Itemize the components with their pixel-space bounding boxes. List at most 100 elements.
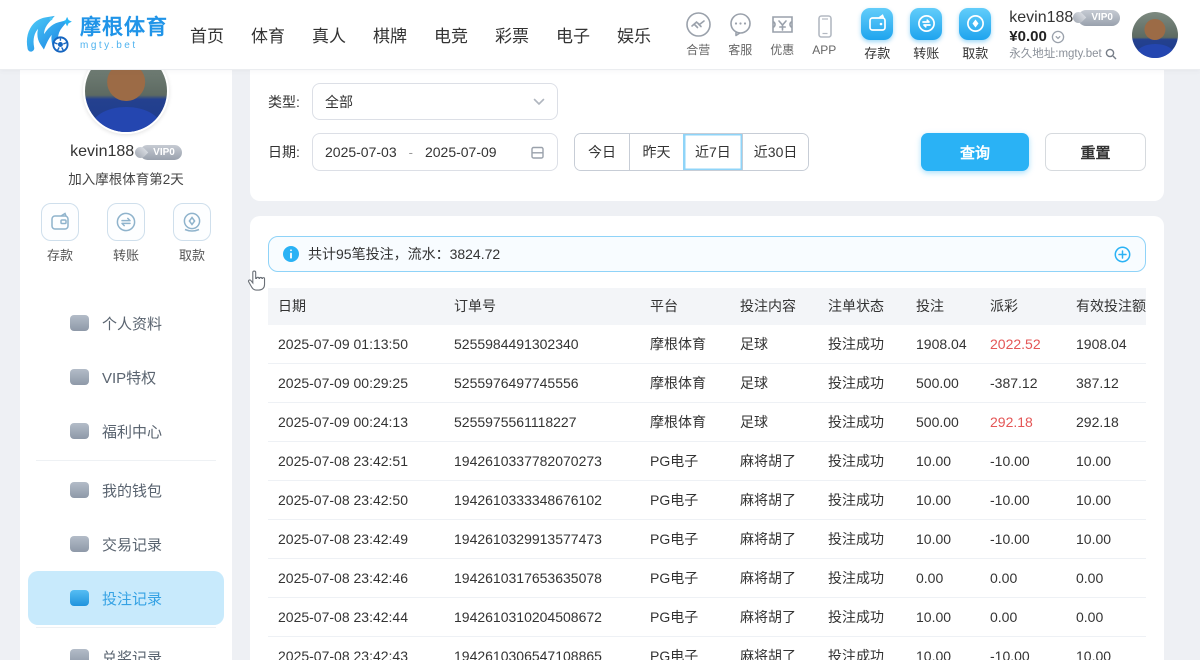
cell-date: 2025-07-08 23:42:49 <box>268 520 444 558</box>
cell-date: 2025-07-08 23:42:46 <box>268 559 444 597</box>
menu-item-label: 投注记录 <box>102 588 162 609</box>
cell-bet-amount: 10.00 <box>906 481 980 519</box>
promotions-icon <box>769 11 796 38</box>
table-row[interactable]: 2025-07-08 23:42:51 1942610337782070273 … <box>268 442 1146 481</box>
nav-link[interactable]: 彩票 <box>495 22 529 47</box>
table-header: 日期订单号平台投注内容注单状态投注派彩有效投注额 <box>268 288 1146 325</box>
customer-service-button[interactable]: 客服 <box>719 11 761 58</box>
menu-item-label: 交易记录 <box>102 534 162 555</box>
search-icon[interactable] <box>1105 48 1117 60</box>
bet-records-icon <box>70 590 89 606</box>
deposit-icon <box>861 8 893 40</box>
promotions-label: 优惠 <box>770 41 794 58</box>
range-7days-button[interactable]: 近7日 <box>683 134 742 170</box>
sidebar-menu-item[interactable]: 投注记录 <box>28 571 224 625</box>
range-today-button[interactable]: 今日 <box>575 134 629 170</box>
date-filter-label: 日期: <box>268 142 306 162</box>
user-avatar[interactable] <box>1132 12 1178 58</box>
deposit-button[interactable]: 存款 <box>861 8 893 62</box>
sidebar-menu-item[interactable]: 个人资料 <box>28 296 224 350</box>
nav-link[interactable]: 娱乐 <box>617 22 651 47</box>
menu-item-label: 福利中心 <box>102 421 162 442</box>
sidebar-menu-item[interactable]: 福利中心 <box>28 404 224 458</box>
cell-status: 投注成功 <box>818 403 906 441</box>
partnership-button[interactable]: 合营 <box>677 11 719 58</box>
cell-date: 2025-07-08 23:42:43 <box>268 637 444 660</box>
my-wallet-icon <box>70 482 89 498</box>
table-row[interactable]: 2025-07-08 23:42:50 1942610333348676102 … <box>268 481 1146 520</box>
date-end-value: 2025-07-09 <box>425 144 497 160</box>
app-download-button[interactable]: APP <box>803 13 845 57</box>
username: kevin188 <box>1009 8 1073 28</box>
nav-link[interactable]: 电子 <box>556 22 590 47</box>
cell-status: 投注成功 <box>818 481 906 519</box>
nav-link[interactable]: 体育 <box>251 22 285 47</box>
cell-date: 2025-07-09 00:29:25 <box>268 364 444 402</box>
cell-order-number: 1942610333348676102 <box>444 481 640 519</box>
sidebar-transfer-label: 转账 <box>113 245 139 264</box>
cell-order-number: 5255984491302340 <box>444 325 640 363</box>
sidebar-menu-item[interactable]: 我的钱包 <box>28 463 224 517</box>
sidebar-deposit-button[interactable]: 存款 <box>41 203 79 264</box>
expand-plus-icon[interactable] <box>1114 246 1131 263</box>
cell-payout: -10.00 <box>980 637 1066 660</box>
wallet-actions: 存款 转账 取款 <box>861 8 991 62</box>
table-row[interactable]: 2025-07-08 23:42:49 1942610329913577473 … <box>268 520 1146 559</box>
range-30days-button[interactable]: 近30日 <box>742 134 809 170</box>
date-range-picker[interactable]: 2025-07-03 - 2025-07-09 <box>312 133 558 171</box>
nav-link[interactable]: 真人 <box>312 22 346 47</box>
sidebar-menu-item[interactable]: VIP特权 <box>28 350 224 404</box>
menu-item-label: 我的钱包 <box>102 480 162 501</box>
table-row[interactable]: 2025-07-09 00:29:25 5255976497745556 摩根体… <box>268 364 1146 403</box>
table-row[interactable]: 2025-07-08 23:42:43 1942610306547108865 … <box>268 637 1146 660</box>
cell-order-number: 5255976497745556 <box>444 364 640 402</box>
cell-status: 投注成功 <box>818 520 906 558</box>
column-header: 有效投注额 <box>1066 288 1146 325</box>
menu-divider <box>36 627 216 628</box>
column-header: 投注 <box>906 288 980 325</box>
cell-valid-bet: 0.00 <box>1066 559 1146 597</box>
calendar-icon <box>530 145 545 160</box>
nav-link[interactable]: 电竞 <box>434 22 468 47</box>
table-row[interactable]: 2025-07-09 01:13:50 5255984491302340 摩根体… <box>268 325 1146 364</box>
cell-bet-amount: 10.00 <box>906 637 980 660</box>
brand-logo[interactable]: 摩根体育 mgty.bet <box>26 15 168 55</box>
sidebar-menu-item[interactable]: 兑奖记录 <box>28 630 224 660</box>
transfer-label: 转账 <box>913 43 939 62</box>
cell-bet-content: 足球 <box>730 325 818 363</box>
transfer-button[interactable]: 转账 <box>910 8 942 62</box>
sidebar-deposit-label: 存款 <box>47 245 73 264</box>
sidebar-vip-badge: VIP0 <box>140 145 182 160</box>
type-select[interactable]: 全部 <box>312 83 558 120</box>
cell-order-number: 1942610310204508672 <box>444 598 640 636</box>
cell-date: 2025-07-08 23:42:44 <box>268 598 444 636</box>
withdraw-icon <box>173 203 211 241</box>
sidebar-transfer-button[interactable]: 转账 <box>107 203 145 264</box>
date-range-separator: - <box>405 145 417 160</box>
deposit-label: 存款 <box>864 43 890 62</box>
top-navbar: 摩根体育 mgty.bet 首页 体育 真人 棋牌 电竞 彩票 电子 娱乐 合营 <box>0 0 1200 70</box>
brand-logo-icon <box>26 15 72 55</box>
search-button[interactable]: 查询 <box>921 133 1029 171</box>
sidebar-withdraw-button[interactable]: 取款 <box>173 203 211 264</box>
vip-badge: VIP0 <box>1078 10 1120 27</box>
date-start-value: 2025-07-03 <box>325 144 397 160</box>
promotions-button[interactable]: 优惠 <box>761 11 803 58</box>
table-row[interactable]: 2025-07-08 23:42:44 1942610310204508672 … <box>268 598 1146 637</box>
redeem-records-icon <box>70 649 89 660</box>
reset-button[interactable]: 重置 <box>1045 133 1146 171</box>
sidebar-menu-item[interactable]: 交易记录 <box>28 517 224 571</box>
range-yesterday-button[interactable]: 昨天 <box>629 134 683 170</box>
nav-link[interactable]: 棋牌 <box>373 22 407 47</box>
withdraw-button[interactable]: 取款 <box>959 8 991 62</box>
cell-payout: -10.00 <box>980 442 1066 480</box>
app-download-icon <box>811 13 838 40</box>
table-row[interactable]: 2025-07-08 23:42:46 1942610317653635078 … <box>268 559 1146 598</box>
nav-link[interactable]: 首页 <box>190 22 224 47</box>
table-row[interactable]: 2025-07-09 00:24:13 5255975561118227 摩根体… <box>268 403 1146 442</box>
withdraw-icon <box>959 8 991 40</box>
user-info: kevin188 VIP0 ¥0.00 永久地址:mgty.bet <box>1009 8 1120 61</box>
cell-bet-content: 麻将胡了 <box>730 442 818 480</box>
cell-status: 投注成功 <box>818 364 906 402</box>
balance-refresh-icon[interactable] <box>1051 30 1065 44</box>
